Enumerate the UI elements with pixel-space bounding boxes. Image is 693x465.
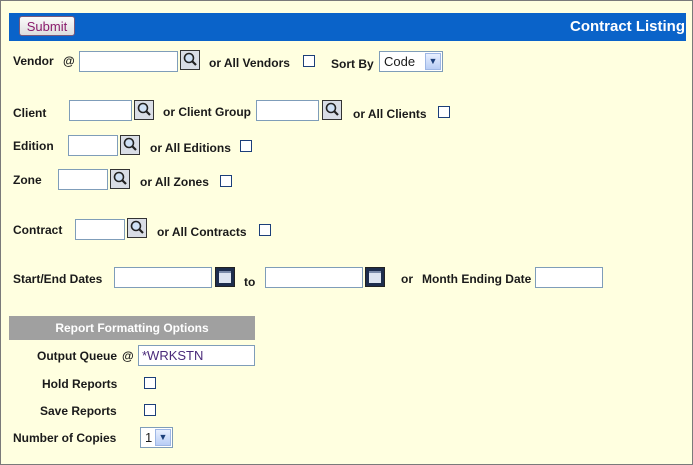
chevron-down-icon[interactable]: ▼ (425, 53, 441, 70)
contract-input[interactable] (75, 219, 125, 240)
all-contracts-checkbox[interactable] (259, 224, 271, 236)
edition-input[interactable] (68, 135, 118, 156)
start-date-calendar-button[interactable] (215, 267, 235, 287)
client-input[interactable] (69, 100, 132, 121)
all-clients-label: or All Clients (353, 107, 427, 121)
client-group-label: or Client Group (163, 105, 251, 119)
vendor-lookup-button[interactable] (180, 50, 200, 70)
number-of-copies-value: 1 (145, 430, 153, 445)
hold-reports-label: Hold Reports (42, 377, 118, 391)
submit-button[interactable]: Submit (19, 16, 75, 36)
header-bar: Submit Contract Listing (9, 13, 686, 41)
vendor-at-label: @ (63, 54, 75, 68)
number-of-copies-label: Number of Copies (13, 431, 117, 445)
edition-label: Edition (13, 139, 54, 153)
magnifier-icon (325, 102, 339, 116)
all-contracts-label: or All Contracts (157, 225, 247, 239)
or-label: or (401, 272, 413, 286)
hold-reports-checkbox[interactable] (144, 377, 156, 389)
form-panel: Submit Contract Listing Vendor @ or All … (0, 0, 693, 465)
all-vendors-checkbox[interactable] (303, 55, 315, 67)
sort-by-select[interactable]: Code ▼ (379, 51, 443, 72)
all-editions-checkbox[interactable] (240, 140, 252, 152)
vendor-label: Vendor (13, 54, 54, 68)
page-title: Contract Listing (570, 18, 685, 35)
start-end-dates-label: Start/End Dates (13, 272, 103, 286)
magnifier-icon (130, 220, 144, 234)
all-vendors-label: or All Vendors (209, 56, 290, 70)
all-zones-label: or All Zones (140, 175, 209, 189)
sort-by-label: Sort By (331, 57, 374, 71)
magnifier-icon (137, 102, 151, 116)
all-clients-checkbox[interactable] (438, 106, 450, 118)
output-queue-at-label: @ (122, 349, 134, 363)
chevron-down-icon[interactable]: ▼ (155, 429, 171, 446)
edition-lookup-button[interactable] (120, 135, 140, 155)
month-ending-date-label: Month Ending Date (422, 272, 532, 286)
save-reports-label: Save Reports (40, 404, 117, 418)
number-of-copies-select[interactable]: 1 ▼ (140, 427, 173, 448)
output-queue-label: Output Queue (37, 349, 117, 363)
all-editions-label: or All Editions (150, 141, 231, 155)
client-group-input[interactable] (256, 100, 319, 121)
sort-by-value: Code (384, 54, 416, 69)
magnifier-icon (123, 137, 137, 151)
client-group-lookup-button[interactable] (322, 100, 342, 120)
magnifier-icon (113, 171, 127, 185)
zone-lookup-button[interactable] (110, 169, 130, 189)
contract-lookup-button[interactable] (127, 218, 147, 238)
end-date-input[interactable] (265, 267, 363, 288)
vendor-input[interactable] (79, 51, 178, 72)
client-label: Client (13, 106, 47, 120)
month-ending-date-input[interactable] (535, 267, 603, 288)
calendar-icon (219, 271, 231, 283)
zone-input[interactable] (58, 169, 108, 190)
to-label: to (244, 275, 256, 289)
start-date-input[interactable] (114, 267, 212, 288)
contract-label: Contract (13, 223, 63, 237)
end-date-calendar-button[interactable] (365, 267, 385, 287)
calendar-icon (369, 271, 381, 283)
save-reports-checkbox[interactable] (144, 404, 156, 416)
output-queue-input[interactable] (138, 345, 255, 366)
report-formatting-header: Report Formatting Options (9, 316, 255, 340)
all-zones-checkbox[interactable] (220, 175, 232, 187)
magnifier-icon (183, 52, 197, 66)
client-lookup-button[interactable] (134, 100, 154, 120)
zone-label: Zone (13, 173, 42, 187)
